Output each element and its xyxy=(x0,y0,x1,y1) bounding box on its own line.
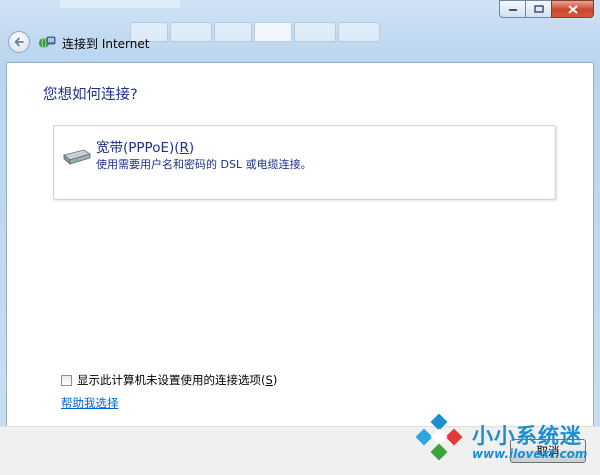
checkbox-label: 显示此计算机未设置使用的连接选项(S) xyxy=(77,372,277,388)
page-title: 您想如何连接? xyxy=(43,87,138,103)
modem-icon xyxy=(63,149,91,165)
minimize-icon xyxy=(508,9,517,11)
checkbox-access-key: S xyxy=(265,373,273,387)
help-me-choose-link[interactable]: 帮助我选择 xyxy=(61,395,119,411)
maximize-icon xyxy=(533,5,544,13)
watermark-name: 小小系统迷 xyxy=(472,424,582,448)
show-unconfigured-options-row[interactable]: 显示此计算机未设置使用的连接选项(S) xyxy=(61,372,277,388)
back-arrow-icon xyxy=(14,37,24,47)
watermark-logo xyxy=(415,414,463,461)
option-description: 使用需要用户名和密码的 DSL 或电缆连接。 xyxy=(96,158,312,171)
close-button[interactable] xyxy=(551,0,594,18)
show-unconfigured-options-checkbox[interactable] xyxy=(61,374,72,386)
checkbox-label-text: 显示此计算机未设置使用的连接选项( xyxy=(77,373,266,387)
maximize-button[interactable] xyxy=(525,0,551,18)
background-window-title xyxy=(60,0,180,8)
back-button[interactable] xyxy=(8,31,30,53)
window-title: 连接到 Internet xyxy=(62,37,150,51)
checkbox-label-close: ) xyxy=(272,373,278,387)
wizard-content: 您想如何连接? 宽带(PPPoE)(R) 使用需要用户名和密码的 DSL 或电缆… xyxy=(6,62,594,426)
network-connection-icon xyxy=(39,36,56,49)
option-title-close: ) xyxy=(188,140,195,156)
close-icon xyxy=(567,4,578,14)
option-title-text: 宽带(PPPoE)( xyxy=(96,140,180,156)
watermark-url: www.ilovext.com xyxy=(472,447,588,461)
caption-buttons xyxy=(499,0,594,18)
option-access-key: R xyxy=(179,140,189,156)
option-title: 宽带(PPPoE)(R) xyxy=(96,136,194,156)
broadband-pppoe-option[interactable]: 宽带(PPPoE)(R) 使用需要用户名和密码的 DSL 或电缆连接。 xyxy=(53,125,556,200)
minimize-button[interactable] xyxy=(499,0,525,18)
window-header: 连接到 Internet xyxy=(0,28,600,58)
